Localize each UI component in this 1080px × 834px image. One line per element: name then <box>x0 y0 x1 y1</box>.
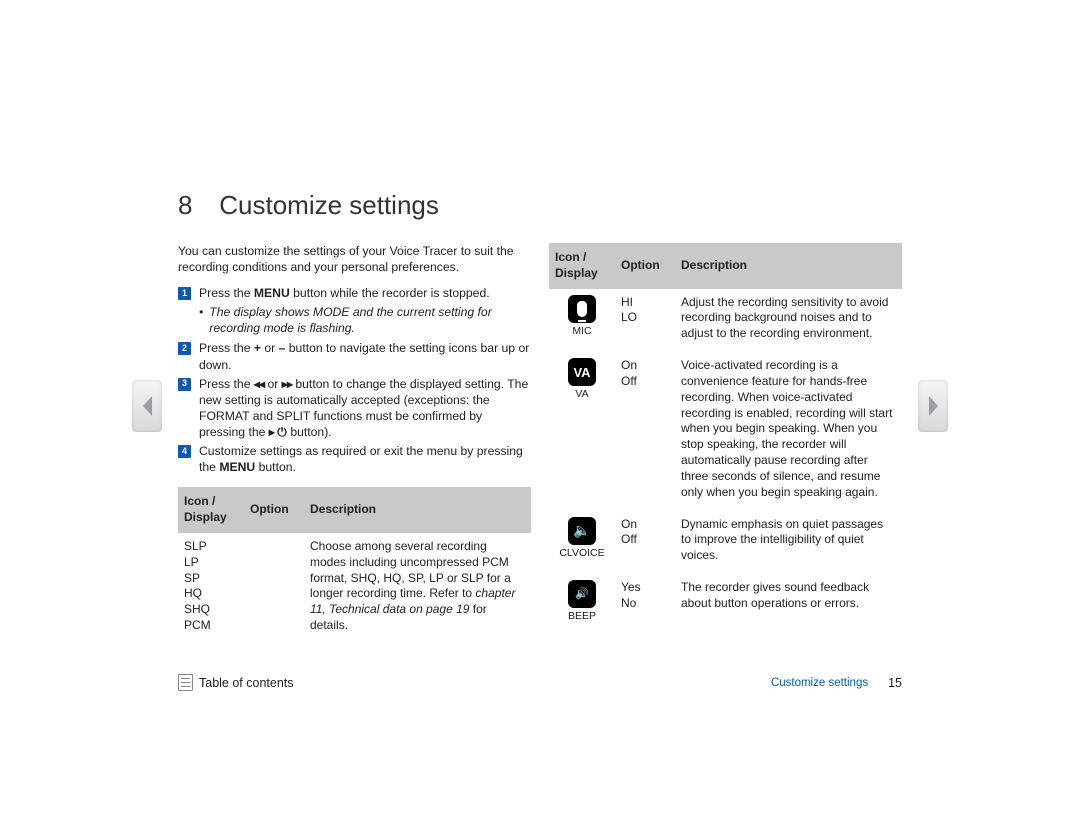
chapter-heading: 8 Customize settings <box>178 190 902 221</box>
beep-icon: 🔊 <box>568 580 596 608</box>
step-1: 1 Press the MENU button while the record… <box>178 285 531 301</box>
next-track-icon: ▸▸ <box>282 376 292 392</box>
col-description: Description <box>675 243 902 289</box>
col-icon: Icon / Display <box>549 243 615 289</box>
step-badge: 3 <box>178 378 191 391</box>
step-4: 4 Customize settings as required or exit… <box>178 443 531 475</box>
steps-list: 1 Press the MENU button while the record… <box>178 285 531 475</box>
col-icon: Icon / Display <box>178 487 244 533</box>
step-badge: 2 <box>178 342 191 355</box>
toc-link[interactable]: Table of contents <box>178 674 294 691</box>
table-row: MIC HI LO Adjust the recording sensitivi… <box>549 289 902 352</box>
table-row: 🔊 BEEP Yes No The recorder gives sound f… <box>549 574 902 634</box>
clear-voice-icon: 🔈 <box>568 517 596 545</box>
page-number: 15 <box>888 676 902 690</box>
col-option: Option <box>244 487 304 533</box>
chapter-title: Customize settings <box>219 190 439 220</box>
page-content: 8 Customize settings You can customize t… <box>0 0 1080 684</box>
table-row: 🔈 CLVOICE On Off Dynamic emphasis on qui… <box>549 511 902 574</box>
step-2: 2 Press the + or – button to navigate th… <box>178 340 531 372</box>
settings-table-right: Icon / Display Option Description MIC HI <box>549 243 902 634</box>
prev-track-icon: ◂◂ <box>254 376 264 392</box>
page-footer: Table of contents Customize settings 15 <box>178 674 902 691</box>
col-option: Option <box>615 243 675 289</box>
play-icon: ▸ <box>269 424 274 440</box>
right-column: Icon / Display Option Description MIC HI <box>549 243 902 644</box>
step-1-note: The display shows MODE and the current s… <box>199 304 531 336</box>
settings-table-left: Icon / Display Option Description SLP LP… <box>178 487 531 644</box>
chapter-number: 8 <box>178 190 212 221</box>
footer-section-link[interactable]: Customize settings <box>771 677 868 689</box>
col-description: Description <box>304 487 531 533</box>
step-badge: 1 <box>178 287 191 300</box>
toc-icon <box>178 674 193 691</box>
intro-text: You can customize the settings of your V… <box>178 243 531 275</box>
va-icon: VA <box>568 358 596 386</box>
step-3: 3 Press the ◂◂ or ▸▸ button to change th… <box>178 376 531 440</box>
left-column: You can customize the settings of your V… <box>178 243 531 644</box>
table-row: VA VA On Off Voice-activated recording i… <box>549 352 902 510</box>
mic-icon <box>568 295 596 323</box>
step-badge: 4 <box>178 445 191 458</box>
power-icon: ⏻ <box>277 425 287 439</box>
table-row: SLP LP SP HQ SHQ PCM Choose among severa… <box>178 533 531 644</box>
